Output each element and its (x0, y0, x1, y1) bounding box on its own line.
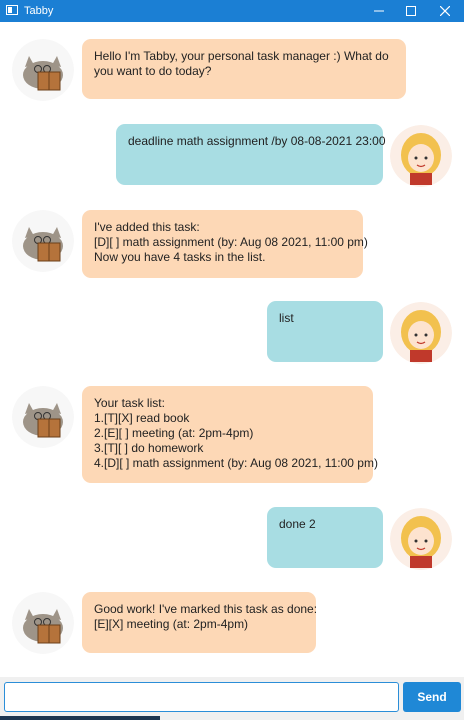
window-title: Tabby (24, 5, 54, 17)
message-line: 2.[E][ ] meeting (at: 2pm-4pm) (94, 426, 254, 440)
send-button[interactable]: Send (403, 682, 461, 712)
minimize-icon (374, 10, 384, 12)
user-avatar (390, 125, 452, 187)
tabby-avatar (12, 39, 74, 101)
tabby-avatar (12, 592, 74, 654)
input-bar: Send (0, 677, 464, 720)
bot-message-bubble: Your task list: 1.[T][X] read book 2.[E]… (82, 386, 378, 483)
message-line: Hello I'm Tabby, your personal task mana… (94, 49, 389, 63)
cat-icon (12, 386, 74, 448)
chat-scroll-pane[interactable]: Hello I'm Tabby, your personal task mana… (0, 22, 464, 677)
message-line: you want to do today? (94, 64, 212, 78)
message-line: Your task list: (94, 396, 165, 410)
maximize-button[interactable] (394, 0, 428, 22)
message-line: done 2 (279, 517, 316, 531)
girl-icon (390, 302, 452, 364)
user-avatar (390, 508, 452, 570)
user-message-bubble: done 2 (267, 507, 383, 568)
message-line: list (279, 311, 294, 325)
maximize-icon (406, 6, 416, 16)
message-line: 1.[T][X] read book (94, 411, 190, 425)
close-button[interactable] (428, 0, 462, 22)
message-line: 3.[T][ ] do homework (94, 441, 204, 455)
message-line: I've added this task: (94, 220, 200, 234)
user-avatar (390, 302, 452, 364)
cat-icon (12, 39, 74, 101)
user-message-bubble: deadline math assignment /by 08-08-2021 … (116, 124, 386, 185)
bot-message-bubble: Hello I'm Tabby, your personal task mana… (82, 39, 406, 99)
user-message-bubble: list (267, 301, 383, 362)
tabby-avatar (12, 386, 74, 448)
bot-message-bubble: I've added this task: [D][ ] math assign… (82, 210, 368, 278)
bot-message-bubble: Good work! I've marked this task as done… (82, 592, 318, 653)
girl-icon (390, 125, 452, 187)
app-icon (6, 5, 18, 15)
girl-icon (390, 508, 452, 570)
taskbar-strip (0, 716, 160, 720)
message-line: Good work! I've marked this task as done… (94, 602, 318, 616)
close-icon (440, 6, 450, 16)
title-bar: Tabby (0, 0, 464, 22)
message-line: [E][X] meeting (at: 2pm-4pm) (94, 617, 249, 631)
tabby-avatar (12, 210, 74, 272)
command-input[interactable] (4, 682, 399, 712)
message-line: [D][ ] math assignment (by: Aug 08 2021,… (94, 235, 368, 249)
cat-icon (12, 592, 74, 654)
message-line: Now you have 4 tasks in the list. (94, 250, 266, 264)
minimize-button[interactable] (362, 0, 396, 22)
message-line: 4.[D][ ] math assignment (by: Aug 08 202… (94, 456, 378, 470)
cat-icon (12, 210, 74, 272)
message-line: deadline math assignment /by 08-08-2021 … (128, 134, 386, 148)
